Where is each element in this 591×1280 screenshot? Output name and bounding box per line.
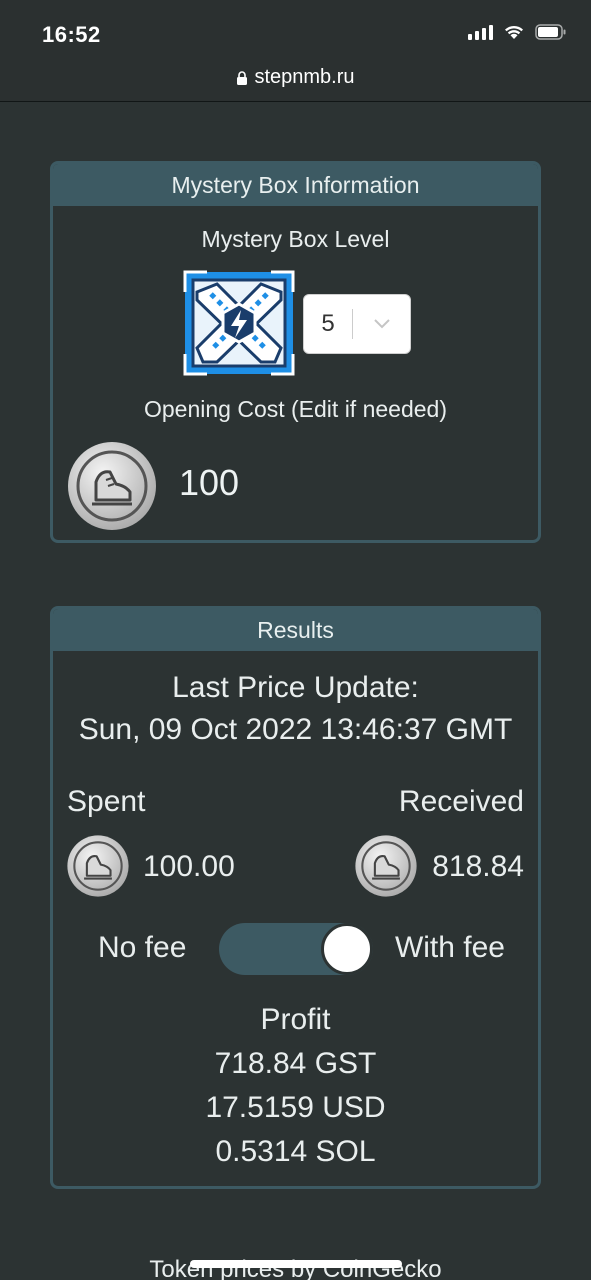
mystery-box-level-value: 5 <box>321 310 335 337</box>
lock-icon <box>236 70 248 85</box>
with-fee-label: With fee <box>394 931 505 964</box>
mystery-box-card: Mystery Box Information Mystery Box Leve… <box>50 161 541 543</box>
wifi-icon <box>503 24 525 40</box>
browser-chrome: 16:52 stepnmb.ru <box>0 0 591 102</box>
mystery-box-level-label: Mystery Box Level <box>201 226 390 252</box>
opening-cost-label: Opening Cost (Edit if needed) <box>143 396 447 422</box>
status-time: 16:52 <box>42 22 101 47</box>
status-icons <box>468 24 567 40</box>
no-fee-label: No fee <box>98 931 187 964</box>
last-price-update-value: Sun, 09 Oct 2022 13:46:37 GMT <box>78 713 513 746</box>
mystery-box-level-select[interactable]: 5 <box>303 294 411 354</box>
url-text: stepnmb.ru <box>254 66 355 88</box>
mystery-box-header: Mystery Box Information <box>53 164 538 206</box>
opening-cost-input[interactable] <box>179 462 379 504</box>
received-value: 818.84 <box>432 850 524 883</box>
results-header: Results <box>53 609 538 651</box>
last-price-update-label: Last Price Update: <box>172 671 419 704</box>
battery-icon <box>535 24 567 40</box>
home-indicator <box>190 1260 402 1268</box>
gst-coin-icon <box>354 834 418 898</box>
profit-sol-value: 0.5314 SOL <box>215 1135 376 1168</box>
fee-toggle[interactable] <box>219 923 373 975</box>
fee-toggle-row: No fee With fee <box>53 921 538 975</box>
results-card: Results Last Price Update: Sun, 09 Oct 2… <box>50 606 541 1189</box>
toggle-knob <box>321 923 373 975</box>
profit-label: Profit <box>260 1003 331 1036</box>
url-bar[interactable]: stepnmb.ru <box>0 66 591 89</box>
spent-label: Spent <box>67 785 146 818</box>
gst-coin-icon <box>66 834 130 898</box>
mystery-box-icon <box>183 270 295 376</box>
received-label: Received <box>398 785 524 818</box>
spent-value: 100.00 <box>143 850 235 883</box>
chevron-down-icon <box>353 318 410 330</box>
profit-gst-value: 718.84 GST <box>214 1047 377 1080</box>
profit-usd-value: 17.5159 USD <box>205 1091 386 1124</box>
gst-coin-icon <box>66 440 158 532</box>
cellular-signal-icon <box>468 24 493 40</box>
